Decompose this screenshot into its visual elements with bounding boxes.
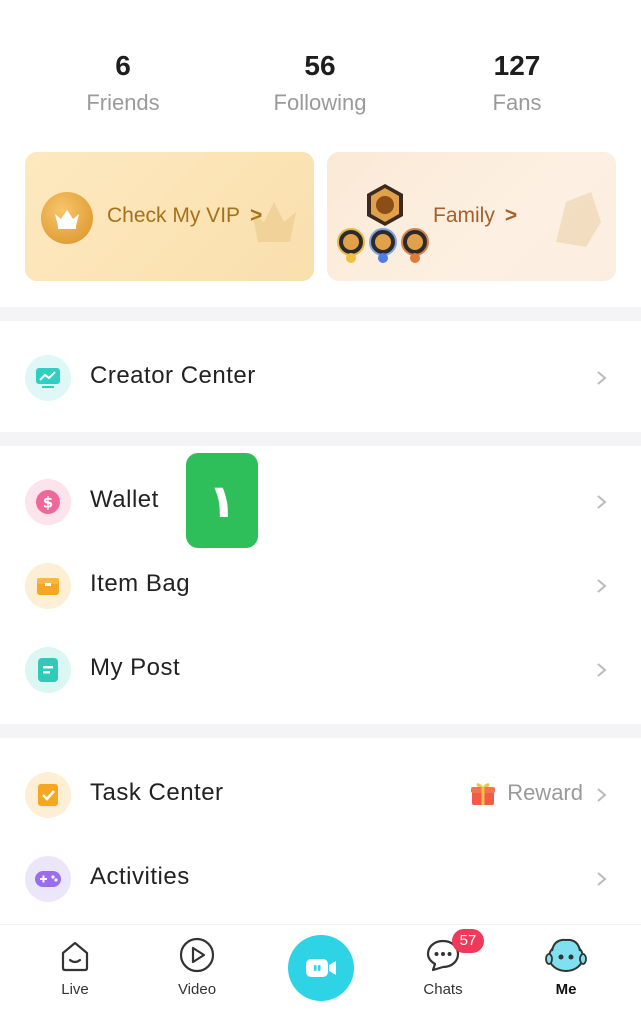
nav-me[interactable]: Me	[521, 935, 611, 998]
nav-video-label: Video	[177, 981, 217, 998]
reward-indicator[interactable]: Reward	[469, 779, 583, 807]
nav-live[interactable]: Live	[30, 935, 120, 998]
family-card[interactable]: Family >	[327, 152, 616, 281]
following-count: 56	[304, 50, 336, 81]
dollar-coin-icon: $	[25, 479, 71, 525]
vip-card-label: Check My VIP>	[107, 204, 262, 228]
section-divider	[0, 307, 641, 321]
video-camera-icon	[306, 959, 336, 977]
gift-icon	[471, 783, 496, 805]
creator-center-row[interactable]: Creator Center	[0, 338, 641, 418]
vip-label-text: Check My VIP	[107, 204, 241, 227]
nav-chats-label: Chats	[423, 981, 463, 998]
play-circle-icon	[179, 937, 215, 973]
svg-text:$: $	[43, 494, 53, 512]
my-post-label: My Post	[90, 654, 181, 681]
mascot-icon	[545, 938, 587, 972]
profile-stats: 6 Friends 56 Following 127 Fans	[0, 48, 641, 128]
live-house-icon	[61, 941, 89, 972]
post-note-icon	[25, 647, 71, 693]
nav-me-label: Me	[555, 981, 577, 998]
family-label-text: Family	[433, 204, 495, 227]
nav-video[interactable]: Video	[152, 935, 242, 998]
bottom-navigation: Live Video 57 Chats Me	[0, 924, 641, 1024]
item-bag-row[interactable]: Item Bag	[0, 546, 641, 626]
activities-row[interactable]: Activities	[0, 839, 641, 919]
family-card-label: Family >	[433, 204, 517, 228]
task-center-label: Task Center	[90, 779, 224, 806]
chevron-right-icon	[597, 663, 607, 677]
activities-label: Activities	[90, 863, 190, 890]
crown-icon	[41, 192, 93, 244]
section-divider	[0, 724, 641, 738]
crown-decoration-icon	[252, 202, 296, 242]
annotation-marker: ١	[186, 453, 258, 548]
friends-label: Friends	[86, 90, 160, 115]
chevron-right-icon	[597, 579, 607, 593]
reward-label: Reward	[507, 780, 583, 805]
vip-card[interactable]: Check My VIP>	[25, 152, 314, 281]
following-label: Following	[273, 90, 367, 115]
task-center-row[interactable]: Task Center Reward	[0, 755, 641, 835]
friends-stat[interactable]: 6 Friends	[43, 48, 203, 116]
gamepad-icon	[25, 856, 71, 902]
task-check-icon	[25, 772, 71, 818]
chart-screen-icon	[25, 355, 71, 401]
my-post-row[interactable]: My Post	[0, 630, 641, 710]
record-video-button[interactable]	[288, 935, 354, 1001]
fans-label: Fans	[492, 90, 542, 115]
section-divider	[0, 432, 641, 446]
creator-center-label: Creator Center	[90, 362, 256, 389]
chevron-right-icon	[597, 371, 607, 385]
lion-badge-icon	[337, 184, 429, 263]
chevron-right-icon	[597, 495, 607, 509]
chats-unread-badge: 57	[452, 929, 484, 953]
box-icon	[25, 563, 71, 609]
following-stat[interactable]: 56 Following	[240, 48, 400, 116]
chevron-right-icon	[597, 788, 607, 802]
wallet-row[interactable]: $ Wallet	[0, 462, 641, 542]
lion-decoration-icon	[556, 192, 601, 247]
fans-stat[interactable]: 127 Fans	[437, 48, 597, 116]
chevron-right-icon	[597, 872, 607, 886]
nav-live-label: Live	[61, 981, 89, 998]
wallet-label: Wallet	[90, 486, 159, 513]
fans-count: 127	[493, 50, 541, 81]
nav-chats[interactable]: 57 Chats	[398, 929, 488, 998]
item-bag-label: Item Bag	[90, 570, 191, 597]
chevron-right-icon: >	[504, 204, 518, 227]
friends-count: 6	[115, 50, 131, 81]
